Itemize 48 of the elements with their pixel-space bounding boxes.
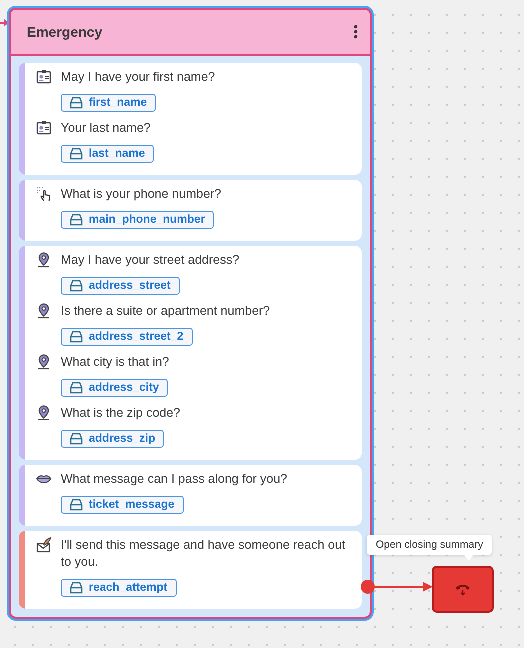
question-text: What is your phone number? [61,186,222,203]
tray-icon [70,582,83,594]
flow-node[interactable] [9,8,372,619]
variable-chip[interactable]: address_street [61,277,180,295]
question-text: What is the zip code? [61,405,181,422]
touch-icon [36,186,52,202]
question-text: What message can I pass along for you? [61,471,288,488]
question-card[interactable]: What message can I pass along for you? ticket_message [19,465,362,526]
tooltip-pointer [464,555,474,561]
variable-chip[interactable]: reach_attempt [61,579,177,597]
question-card[interactable]: I'll send this message and have someone reach out to you. reach_attempt [19,531,362,609]
location-pin-icon [36,252,52,268]
tray-icon [70,433,83,445]
hang-up-phone-icon [455,582,471,596]
contact-card-icon [36,69,52,85]
variable-chip[interactable]: last_name [61,145,154,163]
location-pin-icon [36,303,52,319]
node-title: Emergency [27,24,102,40]
connector-handle[interactable] [361,580,375,594]
question-card[interactable]: May I have your first name? first_name Your last name? last_name [19,63,362,175]
connector-arrow [374,582,433,592]
contact-card-icon [36,120,52,136]
question-text: What city is that in? [61,354,170,371]
more-options-icon[interactable] [354,25,358,39]
tray-icon [70,148,83,160]
variable-chip[interactable]: first_name [61,94,156,112]
question-text: I'll send this message and have someone reach out to you. [61,537,347,571]
tray-icon [70,499,83,511]
tray-icon [70,331,83,343]
question-card[interactable]: What is your phone number? main_phone_number [19,180,362,241]
location-pin-icon [36,405,52,421]
question-card[interactable]: May I have your street address? address_street Is there a suite or apartment number? address_street_2 What city is that in? address_city What is the zip code? address_zip [19,246,362,460]
question-text: Is there a suite or apartment number? [61,303,270,320]
tray-icon [70,382,83,394]
variable-chip[interactable]: main_phone_number [61,211,214,229]
location-pin-icon [36,354,52,370]
question-text: May I have your first name? [61,69,216,86]
variable-chip[interactable]: address_street_2 [61,328,193,346]
envelope-icon [36,537,52,553]
question-text: May I have your street address? [61,252,240,269]
variable-chip[interactable]: address_city [61,379,168,397]
variable-chip[interactable]: ticket_message [61,496,184,514]
end-call-node[interactable] [432,566,494,613]
question-text: Your last name? [61,120,151,137]
tray-icon [70,97,83,109]
tray-icon [70,280,83,292]
variable-chip[interactable]: address_zip [61,430,164,448]
tray-icon [70,214,83,226]
